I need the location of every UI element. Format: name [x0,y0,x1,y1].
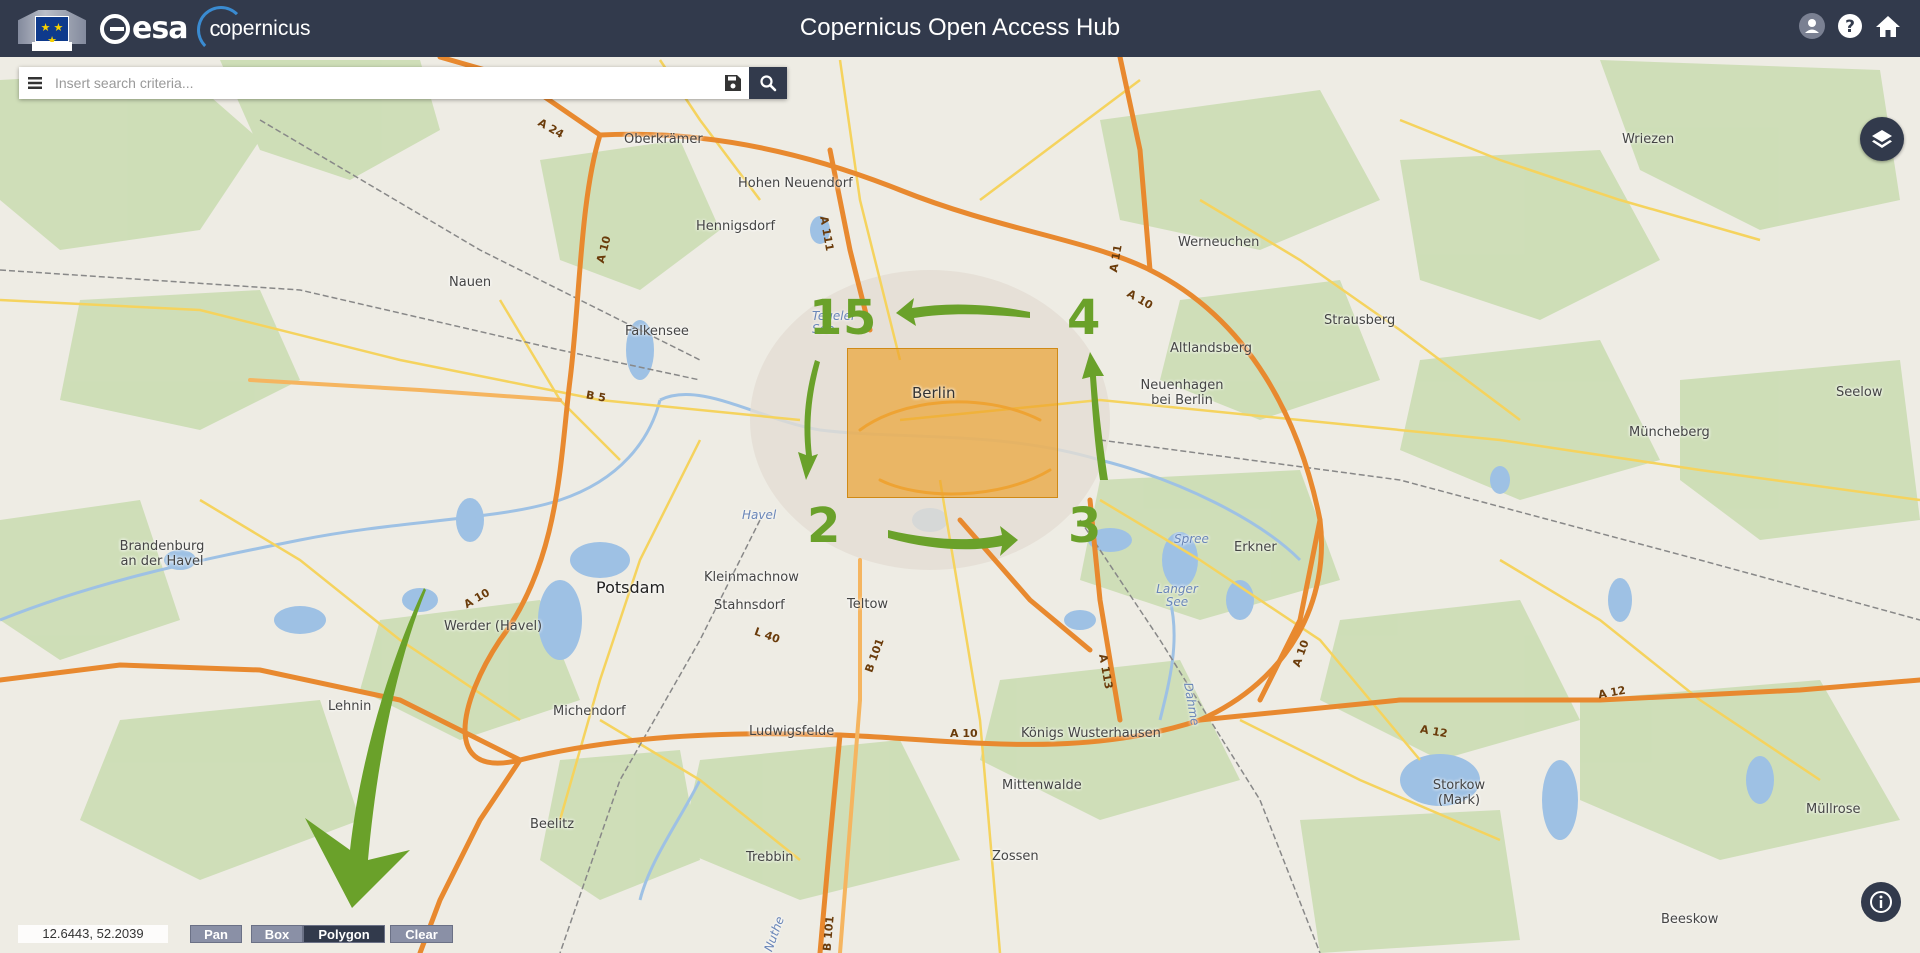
place-label: Lehnin [328,699,372,714]
layers-icon [1872,130,1892,148]
place-label: Werder (Havel) [444,619,543,634]
place-label: Königs Wusterhausen [1021,726,1161,741]
place-label: Seelow [1836,385,1883,400]
place-label: Ludwigsfelde [749,724,835,739]
esa-logo: esa [100,11,188,46]
polygon-tool-button[interactable]: Polygon [303,925,385,943]
place-label: Nauen [449,275,492,290]
place-label: Brandenburg an der Havel [119,539,205,569]
place-label: Zossen [992,849,1039,864]
app-header: ★ ★ ★ esa c opernicus Copernicus Open Acc… [0,0,1920,57]
place-label: Storkow (Mark) [1432,778,1486,808]
place-label: Teltow [847,597,889,612]
home-icon[interactable] [1874,12,1902,40]
place-label-potsdam: Potsdam [596,578,666,597]
help-icon[interactable]: ? [1836,12,1864,40]
layers-button[interactable] [1860,117,1904,161]
esa-mark-icon [100,13,130,44]
place-label: Hohen Neuendorf [738,176,853,191]
place-label-berlin: Berlin [912,384,956,402]
header-actions: ? [1798,12,1902,40]
place-label: Werneuchen [1178,235,1260,250]
cursor-coordinates: 12.6443, 52.2039 [18,925,168,943]
esa-logo-text: esa [132,11,188,46]
annotation-number: 3 [1068,498,1102,554]
place-label: Kleinmachnow [704,570,799,585]
place-label: Erkner [1234,540,1277,555]
place-label: Mittenwalde [1002,778,1082,793]
place-label: Müllrose [1806,802,1861,817]
user-icon[interactable] [1798,12,1826,40]
clear-button[interactable]: Clear [390,925,453,943]
area-of-interest-selection[interactable] [847,348,1058,498]
logo-group: ★ ★ ★ esa c opernicus [18,5,311,54]
place-label: Beeskow [1661,912,1719,927]
annotation-number: 1 [809,290,843,346]
svg-text:?: ? [1845,17,1855,37]
place-label: Müncheberg [1629,425,1710,440]
map-background [0,57,1920,953]
place-label: Altlandsberg [1170,341,1253,356]
annotation-number: 4 [1067,290,1101,346]
pan-tool-button[interactable]: Pan [190,925,242,943]
place-label: Falkensee [625,324,689,339]
place-label: Stahnsdorf [714,598,785,613]
menu-icon[interactable] [19,67,51,99]
annotation-number: 2 [807,498,841,554]
place-label: Hennigsdorf [696,219,776,234]
road-label: A 10 [950,727,978,740]
info-button[interactable] [1861,882,1901,922]
search-button[interactable] [749,67,787,99]
place-label: Oberkrämer [624,132,703,147]
river-label: Havel [742,508,777,522]
place-label: Neuenhagen bei Berlin [1140,378,1224,408]
european-commission-logo: ★ ★ ★ [18,6,86,51]
copernicus-logo: c opernicus [197,5,311,54]
river-label: Spree [1174,532,1209,546]
search-icon [760,75,777,92]
info-icon [1870,891,1892,913]
place-label: Michendorf [553,704,626,719]
search-bar [19,67,787,99]
search-input[interactable] [51,69,717,97]
save-icon[interactable] [717,67,749,99]
place-label: Trebbin [746,850,794,865]
place-label: Wriezen [1622,132,1675,147]
place-label: Beelitz [530,817,575,832]
map-view[interactable]: Oberkrämer Hohen Neuendorf Hennigsdorf N… [0,57,1920,953]
lake-label: Langer See [1156,582,1198,609]
place-label: Strausberg [1324,313,1396,328]
box-tool-button[interactable]: Box [251,925,303,943]
annotation-number: 5 [843,290,877,346]
